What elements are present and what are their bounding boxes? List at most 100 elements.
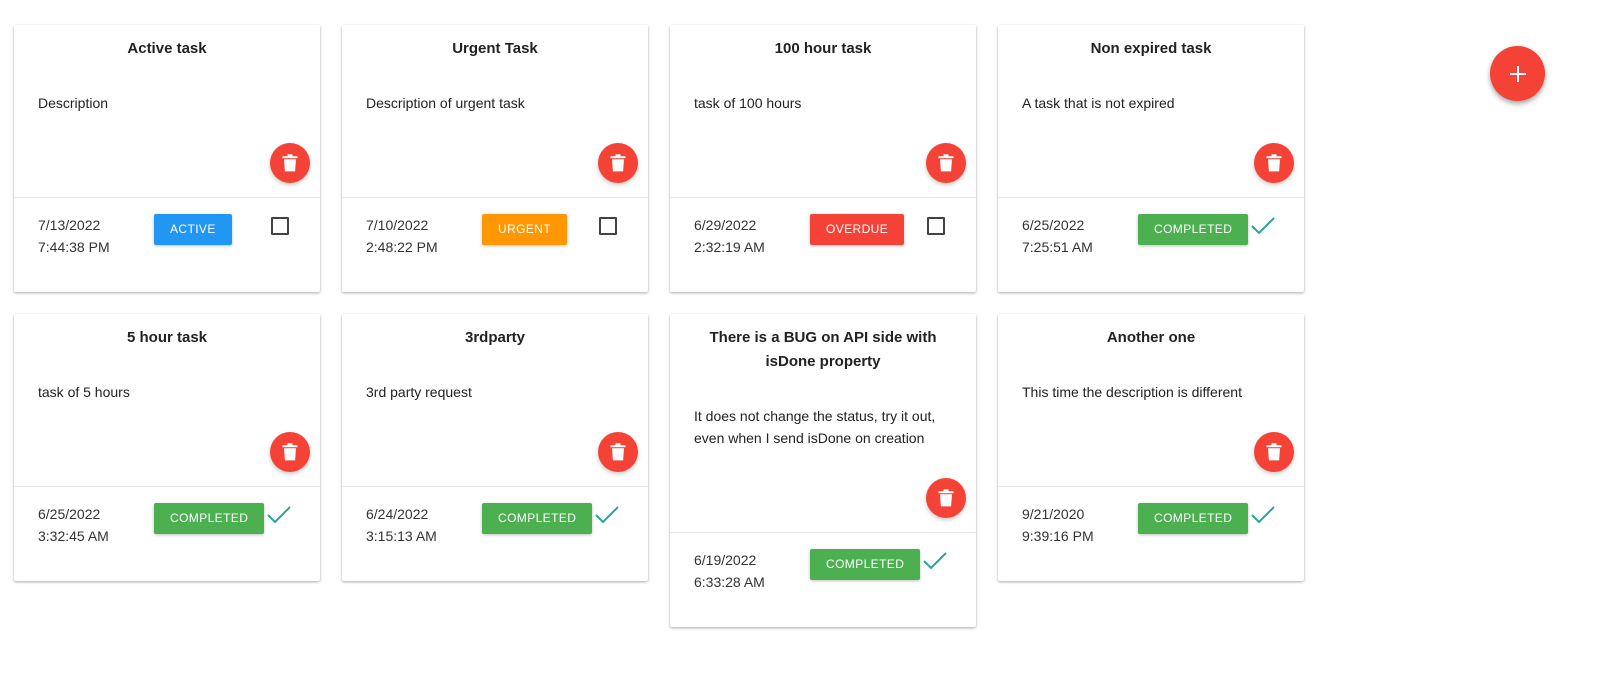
- task-card: There is a BUG on API side with isDone p…: [670, 314, 976, 627]
- task-actions: [694, 143, 966, 183]
- task-date: 7/10/2022: [366, 217, 429, 233]
- task-card-footer: 6/19/2022 6:33:28 AM COMPLETED: [670, 532, 976, 627]
- task-description: task of 5 hours: [38, 384, 130, 400]
- task-title: Urgent Task: [452, 40, 538, 57]
- task-card-footer: 7/10/2022 2:48:22 PM URGENT: [342, 197, 648, 292]
- task-time: 3:15:13 AM: [366, 528, 437, 544]
- task-actions: [1022, 432, 1294, 472]
- task-actions: [366, 432, 638, 472]
- checkmark-icon[interactable]: [1250, 504, 1276, 526]
- task-timestamp: 7/10/2022 2:48:22 PM: [366, 214, 438, 258]
- status-badge[interactable]: COMPLETED: [154, 503, 265, 534]
- task-card-body: 5 hour task task of 5 hours: [14, 314, 320, 486]
- status-badge[interactable]: ACTIVE: [154, 214, 232, 245]
- task-card-footer: 6/29/2022 2:32:19 AM OVERDUE: [670, 197, 976, 292]
- task-card-body: Another one This time the description is…: [998, 314, 1304, 486]
- checkmark-icon[interactable]: [1250, 215, 1276, 237]
- task-card: 3rdparty 3rd party request 6/24/2022 3:1…: [342, 314, 648, 581]
- task-timestamp: 6/24/2022 3:15:13 AM: [366, 503, 437, 547]
- task-card-body: Non expired task A task that is not expi…: [998, 25, 1304, 197]
- task-actions: [1022, 143, 1294, 183]
- task-date: 6/25/2022: [1022, 217, 1085, 233]
- task-date: 6/19/2022: [694, 552, 757, 568]
- task-title: Another one: [1106, 329, 1196, 346]
- task-timestamp: 6/19/2022 6:33:28 AM: [694, 549, 765, 593]
- task-board: Active task Description 7/13/2022 7:44:3…: [0, 0, 1609, 691]
- task-card-footer: 6/24/2022 3:15:13 AM COMPLETED: [342, 486, 648, 581]
- task-card-body: 3rdparty 3rd party request: [342, 314, 648, 486]
- task-description: This time the description is different: [1022, 384, 1242, 400]
- task-time: 2:48:22 PM: [366, 239, 438, 255]
- status-badge[interactable]: OVERDUE: [810, 214, 905, 245]
- delete-task-button[interactable]: [270, 143, 310, 183]
- task-timestamp: 7/13/2022 7:44:38 PM: [38, 214, 110, 258]
- checkmark-icon[interactable]: [266, 504, 292, 526]
- task-timestamp: 6/25/2022 7:25:51 AM: [1022, 214, 1093, 258]
- task-date: 6/24/2022: [366, 506, 429, 522]
- task-actions: [38, 432, 310, 472]
- task-card: Urgent Task Description of urgent task 7…: [342, 25, 648, 292]
- delete-task-button[interactable]: [270, 432, 310, 472]
- task-card: Active task Description 7/13/2022 7:44:3…: [14, 25, 320, 292]
- task-title: 100 hour task: [774, 40, 872, 57]
- task-card: 100 hour task task of 100 hours 6/29/202…: [670, 25, 976, 292]
- trash-icon: [1266, 154, 1282, 172]
- delete-task-button[interactable]: [1254, 143, 1294, 183]
- task-date: 9/21/2020: [1022, 506, 1085, 522]
- task-time: 7:44:38 PM: [38, 239, 110, 255]
- task-description: Description: [38, 95, 109, 111]
- task-timestamp: 9/21/2020 9:39:16 PM: [1022, 503, 1094, 547]
- status-badge[interactable]: COMPLETED: [1138, 503, 1249, 534]
- task-date: 7/13/2022: [38, 217, 101, 233]
- add-task-button[interactable]: [1490, 46, 1545, 101]
- task-date: 6/25/2022: [38, 506, 101, 522]
- trash-icon: [282, 154, 298, 172]
- task-time: 3:32:45 AM: [38, 528, 109, 544]
- delete-task-button[interactable]: [1254, 432, 1294, 472]
- done-checkbox[interactable]: [599, 217, 617, 235]
- status-badge[interactable]: COMPLETED: [1138, 214, 1249, 245]
- task-card: 5 hour task task of 5 hours 6/25/2022 3:…: [14, 314, 320, 581]
- task-card-footer: 6/25/2022 7:25:51 AM COMPLETED: [998, 197, 1304, 292]
- task-title: Non expired task: [1090, 40, 1212, 57]
- checkmark-icon[interactable]: [922, 550, 948, 572]
- task-time: 2:32:19 AM: [694, 239, 765, 255]
- trash-icon: [938, 154, 954, 172]
- task-actions: [366, 143, 638, 183]
- task-time: 6:33:28 AM: [694, 574, 765, 590]
- task-card-footer: 9/21/2020 9:39:16 PM COMPLETED: [998, 486, 1304, 581]
- task-card-body: Active task Description: [14, 25, 320, 197]
- delete-task-button[interactable]: [926, 478, 966, 518]
- task-card: Another one This time the description is…: [998, 314, 1304, 581]
- task-description: A task that is not expired: [1022, 95, 1175, 111]
- task-card-footer: 6/25/2022 3:32:45 AM COMPLETED: [14, 486, 320, 581]
- task-title: 5 hour task: [126, 329, 208, 346]
- trash-icon: [610, 154, 626, 172]
- task-card-body: There is a BUG on API side with isDone p…: [670, 314, 976, 532]
- task-description: 3rd party request: [366, 384, 472, 400]
- task-actions: [694, 478, 966, 518]
- status-badge[interactable]: URGENT: [482, 214, 568, 245]
- task-title: 3rdparty: [464, 329, 526, 346]
- task-description: task of 100 hours: [694, 95, 802, 111]
- trash-icon: [1266, 443, 1282, 461]
- task-time: 9:39:16 PM: [1022, 528, 1094, 544]
- task-card-footer: 7/13/2022 7:44:38 PM ACTIVE: [14, 197, 320, 292]
- task-grid: Active task Description 7/13/2022 7:44:3…: [14, 25, 1304, 627]
- delete-task-button[interactable]: [926, 143, 966, 183]
- done-checkbox[interactable]: [271, 217, 289, 235]
- task-timestamp: 6/29/2022 2:32:19 AM: [694, 214, 765, 258]
- task-time: 7:25:51 AM: [1022, 239, 1093, 255]
- delete-task-button[interactable]: [598, 143, 638, 183]
- task-card-body: 100 hour task task of 100 hours: [670, 25, 976, 197]
- status-badge[interactable]: COMPLETED: [810, 549, 921, 580]
- status-badge[interactable]: COMPLETED: [482, 503, 593, 534]
- task-timestamp: 6/25/2022 3:32:45 AM: [38, 503, 109, 547]
- task-actions: [38, 143, 310, 183]
- checkmark-icon[interactable]: [594, 504, 620, 526]
- task-title: Active task: [127, 40, 207, 57]
- trash-icon: [610, 443, 626, 461]
- delete-task-button[interactable]: [598, 432, 638, 472]
- task-description: Description of urgent task: [366, 95, 525, 111]
- done-checkbox[interactable]: [927, 217, 945, 235]
